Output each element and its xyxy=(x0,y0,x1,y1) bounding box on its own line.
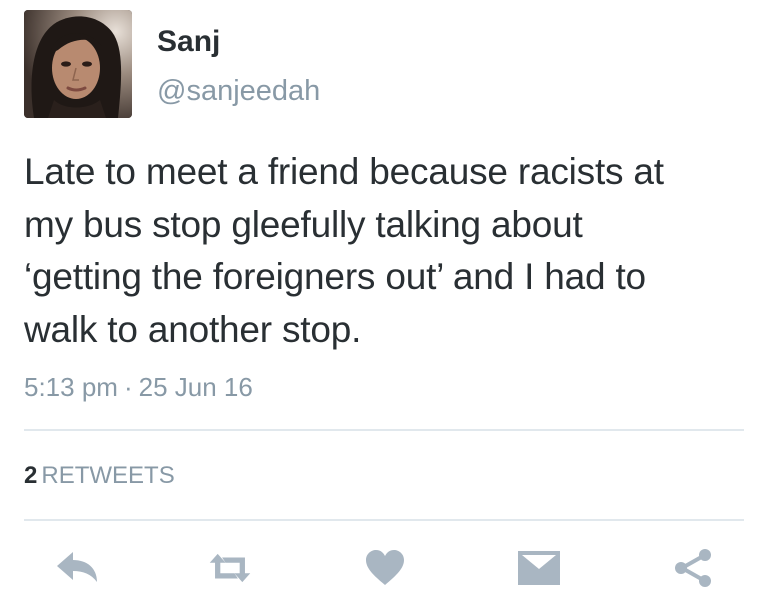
tweet-text: Late to meet a friend because racists at… xyxy=(24,146,744,356)
author-handle[interactable]: @sanjeedah xyxy=(157,73,320,109)
tweet-text-line: Late to meet a friend because racists at xyxy=(24,151,664,192)
reply-button[interactable] xyxy=(55,546,99,590)
envelope-icon xyxy=(518,551,560,585)
tweet-date: 25 Jun 16 xyxy=(138,372,253,402)
like-button[interactable] xyxy=(363,546,407,590)
tweet-detail: Sanj @sanjeedah Late to meet a friend be… xyxy=(0,0,768,592)
tweet-text-line: walk to another stop. xyxy=(24,308,362,350)
divider xyxy=(24,519,744,521)
heart-icon xyxy=(366,550,404,585)
retweet-label: RETWEETS xyxy=(41,462,175,489)
author-name[interactable]: Sanj xyxy=(157,24,220,60)
share-icon xyxy=(675,549,711,587)
retweet-button[interactable] xyxy=(208,546,252,590)
timestamp[interactable]: 5:13 pm · 25 Jun 16 xyxy=(24,370,253,404)
timestamp-separator: · xyxy=(123,372,133,402)
divider xyxy=(24,429,744,431)
retweet-icon xyxy=(209,553,251,583)
reply-icon xyxy=(57,552,97,582)
retweet-stats[interactable]: 2 RETWEETS xyxy=(24,460,175,492)
retweet-count: 2 xyxy=(24,462,38,489)
share-button[interactable] xyxy=(671,546,715,590)
avatar-image xyxy=(24,10,132,118)
tweet-text-line: ‘getting the foreigners out’ and I had t… xyxy=(24,256,646,297)
tweet-text-line: my bus stop gleefully talking about xyxy=(24,203,583,245)
avatar[interactable] xyxy=(24,10,132,118)
direct-message-button[interactable] xyxy=(517,546,561,590)
tweet-time: 5:13 pm xyxy=(24,372,118,402)
